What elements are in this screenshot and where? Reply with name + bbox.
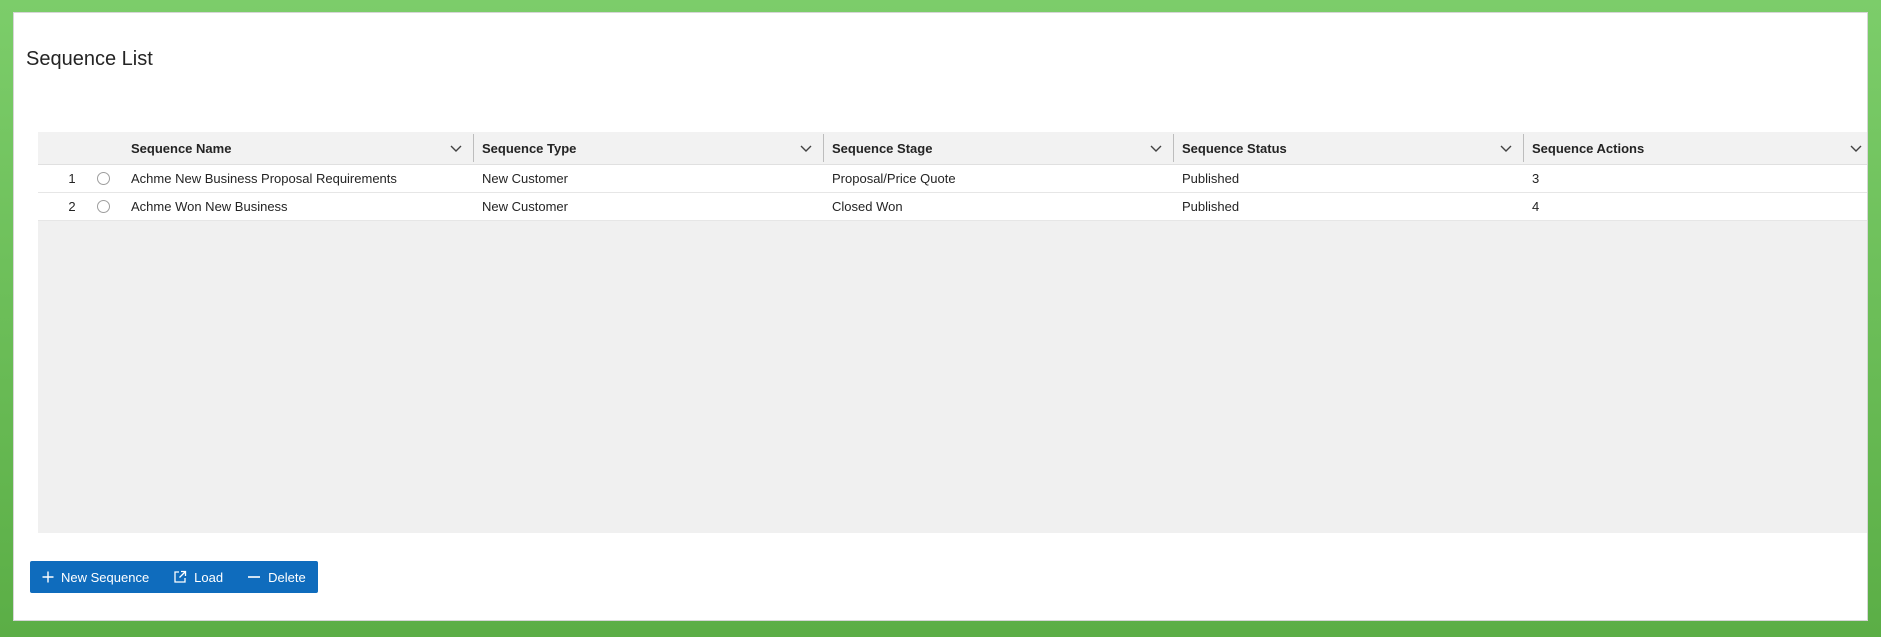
- new-sequence-button[interactable]: New Sequence: [30, 561, 161, 593]
- row-number: 2: [68, 199, 76, 214]
- column-header-label: Sequence Actions: [1532, 140, 1645, 156]
- radio-icon[interactable]: [97, 172, 110, 185]
- cell-sequence-status: Published: [1182, 199, 1240, 214]
- grid-body: 1 Achme New Business Proposal Requiremen…: [38, 165, 1867, 221]
- column-header-label: Sequence Type: [482, 140, 577, 156]
- grid-header: Sequence Name Sequence Type Sequence Sta…: [38, 132, 1867, 165]
- radio-icon[interactable]: [97, 200, 110, 213]
- table-row[interactable]: 2 Achme Won New Business New Customer Cl…: [38, 193, 1867, 221]
- column-header-sequence-name[interactable]: Sequence Name: [123, 132, 473, 164]
- cell-sequence-name: Achme New Business Proposal Requirements: [131, 171, 397, 186]
- load-label: Load: [194, 569, 224, 585]
- chevron-down-icon[interactable]: [1149, 142, 1163, 154]
- row-number: 1: [68, 171, 76, 186]
- column-header-label: Sequence Stage: [832, 140, 933, 156]
- column-header-sequence-type[interactable]: Sequence Type: [474, 132, 823, 164]
- cell-sequence-name: Achme Won New Business: [131, 199, 288, 214]
- column-header-label: Sequence Status: [1182, 140, 1287, 156]
- plus-icon: [42, 571, 54, 583]
- minus-icon: [248, 576, 261, 578]
- cell-sequence-type: New Customer: [482, 171, 568, 186]
- chevron-down-icon[interactable]: [1499, 142, 1513, 154]
- table-row[interactable]: 1 Achme New Business Proposal Requiremen…: [38, 165, 1867, 193]
- cell-sequence-actions: 4: [1532, 199, 1540, 214]
- cell-sequence-stage: Proposal/Price Quote: [832, 171, 956, 186]
- delete-label: Delete: [268, 569, 306, 585]
- main-panel: Sequence List Sequence Name Sequence Typ…: [13, 12, 1868, 621]
- delete-button[interactable]: Delete: [235, 561, 318, 593]
- cell-sequence-actions: 3: [1532, 171, 1540, 186]
- cell-sequence-stage: Closed Won: [832, 199, 903, 214]
- cell-sequence-status: Published: [1182, 171, 1240, 186]
- column-header-sequence-status[interactable]: Sequence Status: [1174, 132, 1523, 164]
- new-sequence-label: New Sequence: [61, 569, 150, 585]
- chevron-down-icon[interactable]: [1849, 142, 1863, 154]
- column-header-sequence-actions[interactable]: Sequence Actions: [1524, 132, 1873, 164]
- page-title: Sequence List: [26, 48, 153, 70]
- column-header-sequence-stage[interactable]: Sequence Stage: [824, 132, 1173, 164]
- chevron-down-icon[interactable]: [449, 142, 463, 154]
- column-header-label: Sequence Name: [131, 140, 232, 156]
- command-bar: New Sequence Load Delete: [30, 561, 318, 593]
- sequence-grid: Sequence Name Sequence Type Sequence Sta…: [38, 132, 1867, 533]
- chevron-down-icon[interactable]: [799, 142, 813, 154]
- cell-sequence-type: New Customer: [482, 199, 568, 214]
- open-external-icon: [174, 570, 187, 583]
- load-button[interactable]: Load: [161, 561, 235, 593]
